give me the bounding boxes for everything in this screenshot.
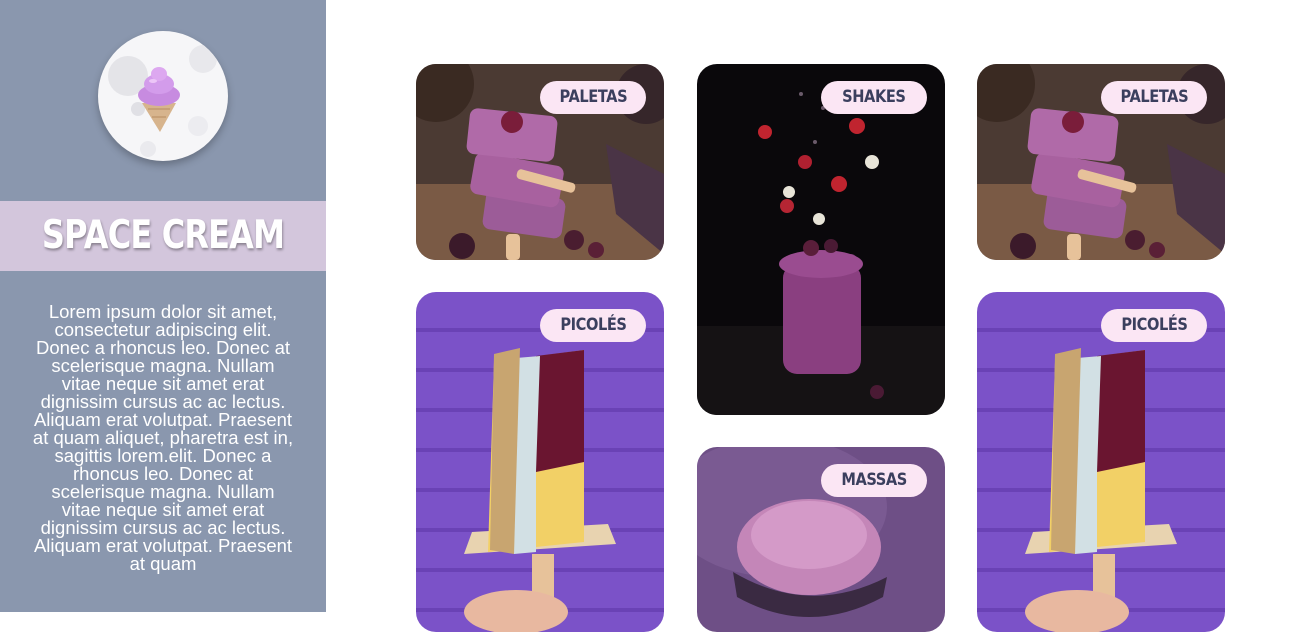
product-card-picoles[interactable]: PICOLÉS (416, 292, 664, 632)
product-card-shakes[interactable]: SHAKES (697, 64, 945, 415)
category-tag[interactable]: PALETAS (540, 81, 646, 114)
product-card-paletas[interactable]: PALETAS (977, 64, 1225, 260)
berry-shake-jar-photo (697, 64, 945, 415)
category-tag[interactable]: PALETAS (1101, 81, 1207, 114)
category-tag[interactable]: SHAKES (821, 81, 927, 114)
category-tag[interactable]: PICOLÉS (540, 309, 646, 342)
popsicle-purple-wall-photo (977, 292, 1225, 632)
product-card-massas[interactable]: MASSAS (697, 447, 945, 632)
logo[interactable] (98, 31, 228, 161)
product-card-paletas[interactable]: PALETAS (416, 64, 664, 260)
brand-band: SPACE CREAM (0, 201, 326, 271)
sidebar: SPACE CREAM Lorem ipsum dolor sit amet, … (0, 0, 326, 612)
category-tag[interactable]: PICOLÉS (1101, 309, 1207, 342)
ice-cream-cone-icon (108, 45, 217, 157)
brand-title: SPACE CREAM (41, 213, 285, 258)
product-card-picoles[interactable]: PICOLÉS (977, 292, 1225, 632)
gallery: PALETAS SHAKES PALETAS PICOLÉS MASSAS PI… (326, 0, 1315, 632)
about-text: Lorem ipsum dolor sit amet, consectetur … (32, 301, 294, 574)
category-tag[interactable]: MASSAS (821, 464, 927, 497)
popsicle-purple-wall-photo (416, 292, 664, 632)
